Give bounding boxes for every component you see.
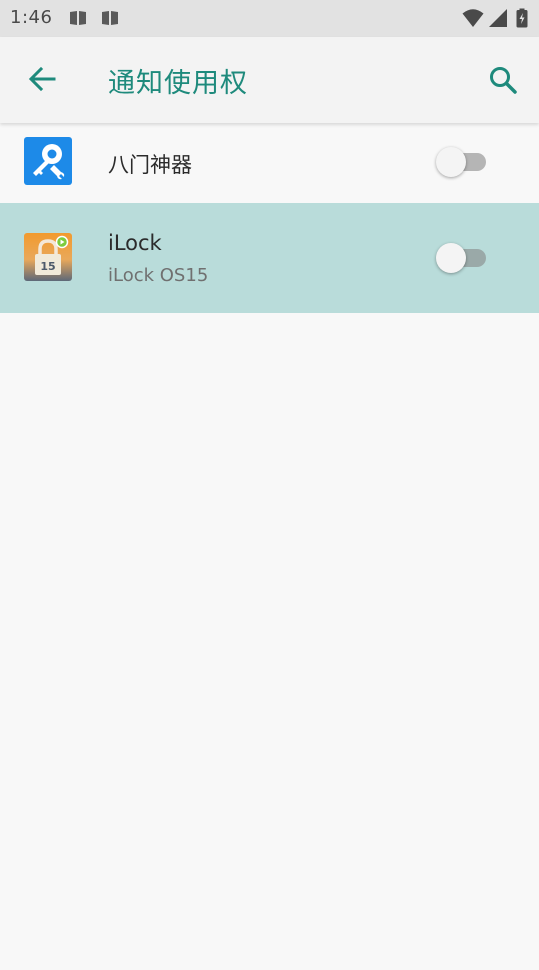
list-item[interactable]: 15 iLock iLock OS15 (0, 203, 539, 313)
page-title: 通知使用权 (108, 68, 248, 99)
notification-icon (102, 11, 118, 25)
battery-icon (516, 8, 528, 28)
status-time: 1:46 (10, 7, 53, 28)
wifi-icon (462, 9, 484, 27)
lock-badge-label: 15 (40, 260, 55, 273)
notification-access-toggle[interactable] (436, 145, 488, 179)
key-app-icon (24, 137, 72, 185)
toggle-thumb (436, 147, 466, 177)
arrow-back-icon (28, 66, 56, 92)
notification-access-toggle[interactable] (436, 241, 488, 275)
app-bar: 通知使用权 (0, 37, 539, 123)
search-button[interactable] (484, 61, 522, 99)
status-bar: 1:46 (0, 0, 539, 37)
cellular-signal-icon (489, 9, 507, 27)
lock-app-icon: 15 (24, 233, 72, 281)
app-subtitle: iLock OS15 (108, 265, 209, 286)
app-name: iLock (108, 231, 162, 255)
toggle-thumb (436, 243, 466, 273)
list-item[interactable]: 八门神器 (0, 123, 539, 203)
app-name: 八门神器 (108, 153, 192, 177)
app-list: 八门神器 15 iLock iLock OS15 (0, 123, 539, 313)
notification-icon (70, 11, 86, 25)
back-button[interactable] (22, 59, 62, 99)
search-icon (490, 67, 517, 94)
